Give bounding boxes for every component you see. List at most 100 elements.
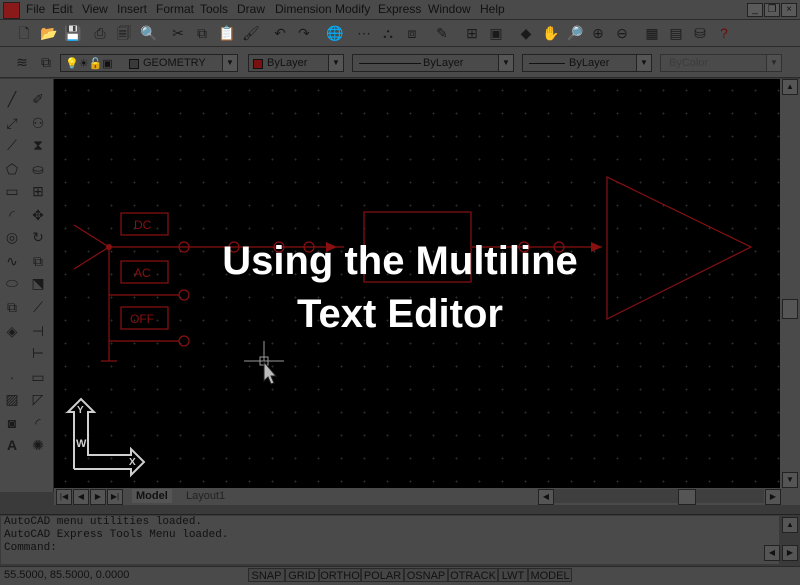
construction-line-icon[interactable]: ⤢ xyxy=(4,115,20,131)
menu-window[interactable]: Window xyxy=(428,2,471,16)
coordinates-display[interactable]: 55.5000, 85.5000, 0.0000 xyxy=(4,569,129,581)
menu-tools[interactable]: Tools xyxy=(200,2,228,16)
color-combo[interactable]: ByLayer ▼ xyxy=(248,54,344,72)
multiline-text-icon[interactable]: A xyxy=(4,437,20,453)
new-icon[interactable]: 🗋 xyxy=(16,25,32,41)
zoom-realtime-icon[interactable]: 🔎 xyxy=(566,25,583,41)
help-icon[interactable]: ? xyxy=(716,25,732,41)
open-icon[interactable]: 📂 xyxy=(40,25,57,41)
stretch-icon[interactable]: ⬔ xyxy=(30,275,46,291)
break-icon[interactable]: ▭ xyxy=(30,369,46,385)
cut-icon[interactable]: ✂ xyxy=(170,25,186,41)
line-icon[interactable]: ╱ xyxy=(4,91,20,107)
command-prompt[interactable]: Command: xyxy=(1,542,779,555)
scroll-left-button[interactable]: ◀ xyxy=(538,489,554,505)
polar-toggle[interactable]: POLAR xyxy=(361,568,404,582)
menu-draw[interactable]: Draw xyxy=(237,2,265,16)
fillet-icon[interactable]: ◜ xyxy=(30,415,46,431)
spline-icon[interactable]: ∿ xyxy=(4,253,20,269)
redraw-icon[interactable]: ✎ xyxy=(434,25,450,41)
insert-block-icon[interactable]: ⧉ xyxy=(4,299,20,315)
chevron-down-icon[interactable]: ▼ xyxy=(636,55,651,71)
print-preview-icon[interactable]: 🗐 xyxy=(116,25,132,41)
linetype-combo[interactable]: ByLayer ▼ xyxy=(352,54,514,72)
cmd-scroll-left-button[interactable]: ◀ xyxy=(764,545,780,561)
snap-toggle[interactable]: SNAP xyxy=(248,568,285,582)
copy-object-icon[interactable]: ⚇ xyxy=(30,115,46,131)
vertical-scroll-thumb[interactable] xyxy=(782,299,798,319)
cmd-scroll-right-button[interactable]: ▶ xyxy=(782,545,798,561)
design-center-icon[interactable]: ▤ xyxy=(668,25,684,41)
vertical-scrollbar[interactable]: ▲ ▼ xyxy=(780,79,800,488)
viewports-icon[interactable]: ⊞ xyxy=(464,25,480,41)
scroll-right-button[interactable]: ▶ xyxy=(765,489,781,505)
region-icon[interactable]: ◙ xyxy=(4,415,20,431)
redo-icon[interactable]: ↷ xyxy=(296,25,312,41)
polygon-icon[interactable]: ⬠ xyxy=(4,161,20,177)
cmd-scroll-up-button[interactable]: ▲ xyxy=(782,517,798,533)
pan-icon[interactable]: ✋ xyxy=(542,25,559,41)
otrack-toggle[interactable]: OTRACK xyxy=(448,568,498,582)
tab-prev-button[interactable]: ◀ xyxy=(73,489,89,505)
ellipse-icon[interactable]: ⬭ xyxy=(4,275,20,291)
arc-icon[interactable]: ◜ xyxy=(4,207,20,223)
chamfer-icon[interactable]: ◸ xyxy=(30,391,46,407)
database-icon[interactable]: ⛁ xyxy=(692,25,708,41)
properties-icon[interactable]: ▦ xyxy=(644,25,660,41)
scroll-up-button[interactable]: ▲ xyxy=(782,79,798,95)
scroll-down-button[interactable]: ▼ xyxy=(782,472,798,488)
grid-toggle[interactable]: GRID xyxy=(285,568,319,582)
tab-first-button[interactable]: |◀ xyxy=(56,489,72,505)
chevron-down-icon[interactable]: ▼ xyxy=(222,55,237,71)
tab-next-button[interactable]: ▶ xyxy=(90,489,106,505)
chevron-down-icon[interactable]: ▼ xyxy=(328,55,343,71)
hyperlink-icon[interactable]: 🌐 xyxy=(326,25,343,41)
trim-icon[interactable]: ⊣ xyxy=(30,323,46,339)
ortho-toggle[interactable]: ORTHO xyxy=(319,568,361,582)
lineweight-combo[interactable]: ByLayer ▼ xyxy=(522,54,652,72)
copy-icon[interactable]: ⧉ xyxy=(194,25,210,41)
save-icon[interactable]: 💾 xyxy=(64,25,81,41)
offset-icon[interactable]: ⛀ xyxy=(30,161,46,177)
match-properties-icon[interactable]: 🖌 xyxy=(242,25,260,41)
layers-icon[interactable]: ≋ xyxy=(14,54,30,70)
polyline-icon[interactable]: ⟋ xyxy=(4,137,20,153)
mirror-icon[interactable]: ⧗ xyxy=(30,137,46,153)
menu-dimension[interactable]: Dimension xyxy=(275,2,332,16)
restore-button[interactable]: ❐ xyxy=(764,3,780,17)
tab-layout1[interactable]: Layout1 xyxy=(182,489,229,503)
tab-model[interactable]: Model xyxy=(132,489,172,503)
command-history[interactable]: AutoCAD menu utilities loaded. AutoCAD E… xyxy=(1,516,779,564)
menu-express[interactable]: Express xyxy=(378,2,421,16)
explode-icon[interactable]: ✺ xyxy=(30,437,46,453)
menu-edit[interactable]: Edit xyxy=(52,2,73,16)
minimize-button[interactable]: _ xyxy=(747,3,763,17)
lengthen-icon[interactable]: ⟋ xyxy=(30,299,46,315)
zoom-window-icon[interactable]: ⊕ xyxy=(590,25,606,41)
ucs-icon[interactable]: ⛬ xyxy=(380,25,396,41)
horizontal-scroll-thumb[interactable] xyxy=(678,489,696,505)
menu-file[interactable]: File xyxy=(26,2,45,16)
named-views-icon[interactable]: ▣ xyxy=(488,25,504,41)
menu-insert[interactable]: Insert xyxy=(117,2,147,16)
3d-orbit-icon[interactable]: ◆ xyxy=(518,25,534,41)
move-icon[interactable]: ✥ xyxy=(30,207,46,223)
layer-combo[interactable]: 💡☀🔓▣ GEOMETRY ▼ xyxy=(60,54,238,72)
menu-modify[interactable]: Modify xyxy=(335,2,370,16)
menu-view[interactable]: View xyxy=(82,2,108,16)
extend-icon[interactable]: ⊢ xyxy=(30,345,46,361)
lwt-toggle[interactable]: LWT xyxy=(498,568,528,582)
publish-icon[interactable]: 🔍 xyxy=(140,25,157,41)
tab-last-button[interactable]: ▶| xyxy=(107,489,123,505)
menu-help[interactable]: Help xyxy=(480,2,505,16)
zoom-previous-icon[interactable]: ⊖ xyxy=(614,25,630,41)
model-toggle[interactable]: MODEL xyxy=(528,568,572,582)
paste-icon[interactable]: 📋 xyxy=(218,25,235,41)
chevron-down-icon[interactable]: ▼ xyxy=(498,55,513,71)
make-block-icon[interactable]: ◈ xyxy=(4,323,20,339)
hatch-icon[interactable]: ▨ xyxy=(4,391,20,407)
object-snap-icon[interactable]: ⋯ xyxy=(356,25,372,41)
point-icon[interactable]: · xyxy=(4,369,20,385)
horizontal-scroll-track[interactable] xyxy=(554,489,764,503)
scale-icon[interactable]: ⧉ xyxy=(30,253,46,269)
